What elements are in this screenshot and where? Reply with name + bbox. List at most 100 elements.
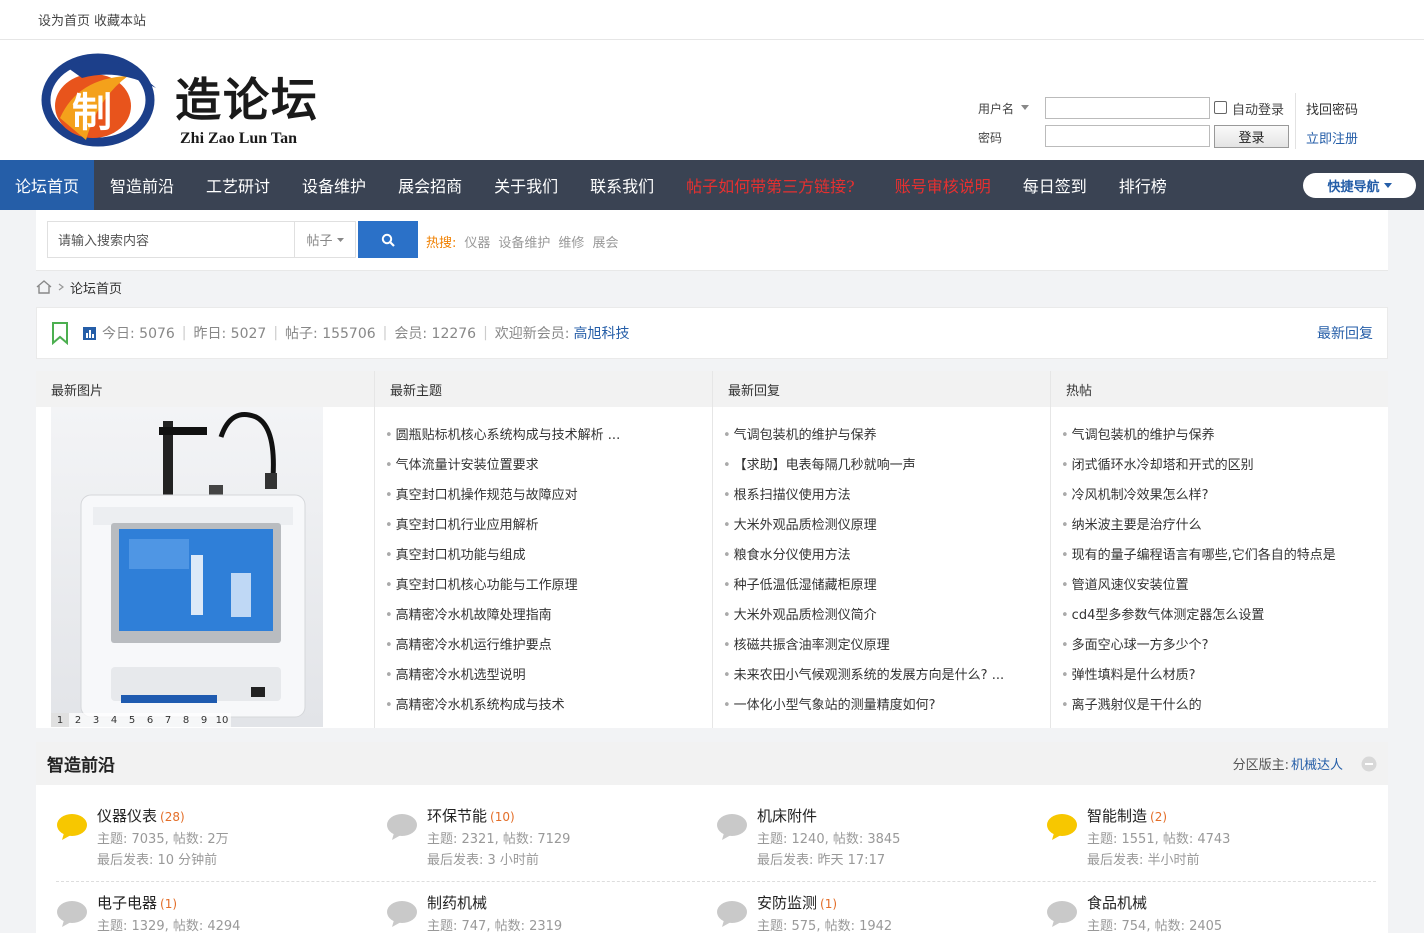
list-item[interactable]: 气调包装机的维护与保养 [1051,421,1388,451]
register-link[interactable]: 立即注册 [1306,128,1358,147]
list-item[interactable]: 真空封口机核心功能与工作原理 [375,571,712,601]
list-item[interactable]: 高精密冷水机运行维护要点 [375,631,712,661]
forum-board[interactable]: 安防监测 (1) 主题: 575, 帖数: 1942 [696,882,1026,933]
username-label[interactable]: 用户名 [978,100,1014,117]
list-item[interactable]: 真空封口机行业应用解析 [375,511,712,541]
forum-board[interactable]: 环保节能 (10) 主题: 2321, 帖数: 7129 最后发表: 3 小时前 [366,795,696,875]
bookmark-link[interactable]: 收藏本站 [94,10,146,29]
board-last-post: 最后发表: 3 小时前 [427,853,539,868]
logo-title: 造论坛 [175,73,319,127]
hot-term[interactable]: 设备维护 [498,232,550,251]
board-name[interactable]: 环保节能 (10) [427,805,515,826]
nav-item-checkin[interactable]: 每日签到 [1007,160,1103,210]
latest-reply-link[interactable]: 最新回复 [1317,323,1373,343]
breadcrumb-current[interactable]: 论坛首页 [70,278,122,297]
forum-board[interactable]: 智能制造 (2) 主题: 1551, 帖数: 4743 最后发表: 半小时前 [1026,795,1356,875]
nav-item-exhibition[interactable]: 展会招商 [382,160,478,210]
nav-item-frontier[interactable]: 智造前沿 [94,160,190,210]
list-item[interactable]: 高精密冷水机系统构成与技术 [375,691,712,721]
list-item[interactable]: 纳米波主要是治疗什么 [1051,511,1388,541]
forum-board[interactable]: 机床附件 主题: 1240, 帖数: 3845 最后发表: 昨天 17:17 [696,795,1026,875]
page-dot[interactable]: 4 [105,713,123,727]
nav-item-ranking[interactable]: 排行榜 [1103,160,1183,210]
set-home-link[interactable]: 设为首页 [38,10,90,29]
list-item[interactable]: 高精密冷水机故障处理指南 [375,601,712,631]
quick-nav-button[interactable]: 快捷导航 [1303,173,1416,198]
nav-item-link-help[interactable]: 帖子如何带第三方链接? [670,160,871,210]
hot-term[interactable]: 展会 [592,232,618,251]
list-item[interactable]: 未来农田小气候观测系统的发展方向是什么? ... [713,661,1050,691]
page-dot[interactable]: 8 [177,713,195,727]
list-item[interactable]: 真空封口机功能与组成 [375,541,712,571]
board-name[interactable]: 仪器仪表 (28) [97,805,185,826]
page-dot[interactable]: 10 [213,713,231,727]
board-name[interactable]: 机床附件 [757,805,820,826]
forum-board[interactable]: 食品机械 主题: 754, 帖数: 2405 [1026,882,1356,933]
nav-item-maintenance[interactable]: 设备维护 [286,160,382,210]
page-dot[interactable]: 7 [159,713,177,727]
list-item[interactable]: 种子低温低湿储藏柜原理 [713,571,1050,601]
collapse-icon[interactable] [1361,756,1377,772]
list-item[interactable]: 离子溅射仪是干什么的 [1051,691,1388,721]
nav-item-process[interactable]: 工艺研讨 [190,160,286,210]
search-bar: 请输入搜索内容 帖子 热搜: 仪器 设备维护 维修 展会 [36,210,1388,271]
board-name[interactable]: 食品机械 [1087,892,1150,913]
bookmark-icon[interactable] [51,321,69,345]
new-member-link[interactable]: 高旭科技 [574,323,630,343]
list-item[interactable]: 根系扫描仪使用方法 [713,481,1050,511]
password-input[interactable] [1045,125,1210,147]
list-item[interactable]: 一体化小型气象站的测量精度如何? [713,691,1050,721]
page-dot[interactable]: 5 [123,713,141,727]
list-item[interactable]: 【求助】电表每隔几秒就响一声 [713,451,1050,481]
forum-section-title[interactable]: 智造前沿 [47,751,115,776]
nav-item-about[interactable]: 关于我们 [478,160,574,210]
search-button[interactable] [358,221,418,258]
list-item[interactable]: 气调包装机的维护与保养 [713,421,1050,451]
page-dot[interactable]: 3 [87,713,105,727]
auto-login-checkbox[interactable] [1214,101,1227,114]
list-item[interactable]: 大米外观品质检测仪原理 [713,511,1050,541]
latest-images: 最新图片 1 2 3 4 5 6 7 8 9 10 [36,371,374,728]
list-item[interactable]: 闭式循环水冷却塔和开式的区别 [1051,451,1388,481]
list-item[interactable]: 现有的量子编程语言有哪些,它们各自的特点是 [1051,541,1388,571]
search-input[interactable]: 请输入搜索内容 [47,221,294,258]
list-item[interactable]: 真空封口机操作规范与故障应对 [375,481,712,511]
board-name[interactable]: 智能制造 (2) [1087,805,1167,826]
list-item[interactable]: 多面空心球一方多少个? [1051,631,1388,661]
page-dot[interactable]: 6 [141,713,159,727]
nav-item-home[interactable]: 论坛首页 [0,160,95,210]
find-password-link[interactable]: 找回密码 [1306,99,1358,118]
list-item[interactable]: 粮食水分仪使用方法 [713,541,1050,571]
forum-board[interactable]: 制药机械 主题: 747, 帖数: 2319 [366,882,696,933]
page-dot[interactable]: 2 [69,713,87,727]
list-item[interactable]: 核磁共振含油率测定仪原理 [713,631,1050,661]
list-item[interactable]: 管道风速仪安装位置 [1051,571,1388,601]
board-name[interactable]: 电子电器 (1) [97,892,177,913]
list-item[interactable]: cd4型多参数气体测定器怎么设置 [1051,601,1388,631]
site-logo[interactable]: 制 造论坛 Zhi Zao Lun Tan [38,48,328,152]
list-item[interactable]: 圆瓶贴标机核心系统构成与技术解析 ... [375,421,712,451]
moderator-link[interactable]: 机械达人 [1291,754,1343,773]
hot-term[interactable]: 仪器 [464,232,490,251]
board-name[interactable]: 安防监测 (1) [757,892,837,913]
list-item[interactable]: 气体流量计安装位置要求 [375,451,712,481]
chevron-down-icon[interactable] [1021,105,1029,110]
list-item[interactable]: 弹性填料是什么材质? [1051,661,1388,691]
page-dot[interactable]: 9 [195,713,213,727]
login-button[interactable]: 登录 [1214,125,1289,148]
list-item[interactable]: 高精密冷水机选型说明 [375,661,712,691]
nav-item-contact[interactable]: 联系我们 [574,160,670,210]
forum-board[interactable]: 仪器仪表 (28) 主题: 7035, 帖数: 2万 最后发表: 10 分钟前 [36,795,366,875]
auto-login-label[interactable]: 自动登录 [1232,99,1284,118]
username-input[interactable] [1045,97,1210,119]
hot-term[interactable]: 维修 [558,232,584,251]
board-name[interactable]: 制药机械 [427,892,490,913]
list-item[interactable]: 大米外观品质检测仪简介 [713,601,1050,631]
search-type-select[interactable]: 帖子 [294,221,356,258]
featured-image[interactable]: 1 2 3 4 5 6 7 8 9 10 [51,407,323,727]
nav-item-account-review[interactable]: 账号审核说明 [871,160,1007,210]
home-icon[interactable] [36,280,52,294]
forum-board[interactable]: 电子电器 (1) 主题: 1329, 帖数: 4294 [36,882,366,933]
page-dot[interactable]: 1 [51,713,69,727]
list-item[interactable]: 冷风机制冷效果怎么样? [1051,481,1388,511]
